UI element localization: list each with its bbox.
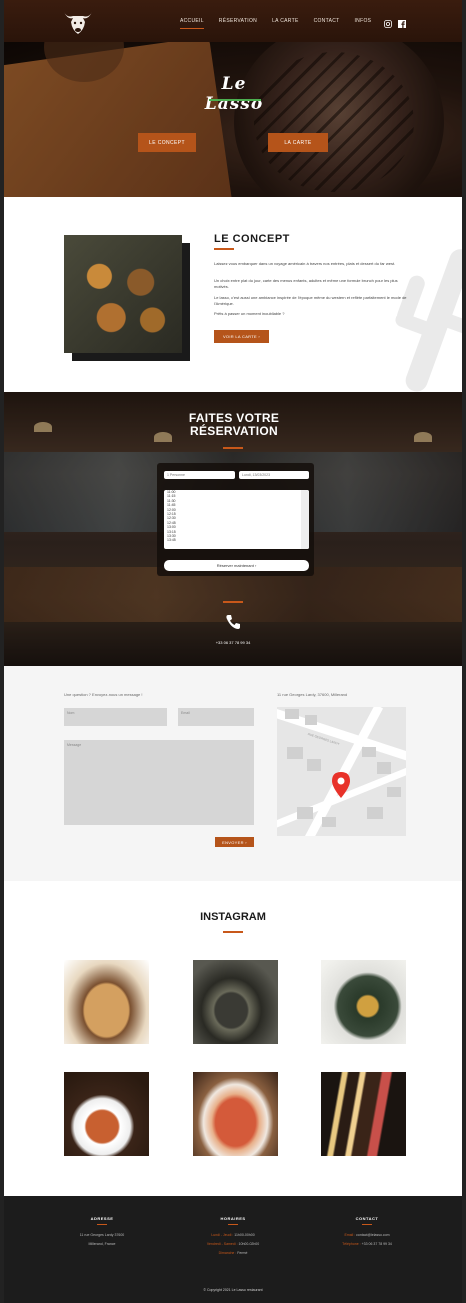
- reserve-now-button[interactable]: Réserver maintenant ›: [164, 560, 309, 571]
- map-building: [297, 807, 313, 819]
- brand-underline: [209, 99, 261, 101]
- main-menu: ACCUEIL RÉSERVATION LA CARTE CONTACT INF…: [180, 0, 386, 42]
- name-input[interactable]: Nom: [64, 708, 167, 726]
- footer-address-line: Millerand, France: [88, 1242, 116, 1246]
- instagram-photo-burger[interactable]: [64, 960, 149, 1044]
- footer-hours-value: Fermé: [237, 1251, 248, 1255]
- footer-hours-title: HORAIRES: [220, 1216, 246, 1221]
- footer-hours-line: Dimanche : Fermé: [173, 1249, 293, 1258]
- map-building: [287, 747, 303, 759]
- hero-banner: Le Lasso LE CONCEPT LA CARTE: [4, 42, 462, 197]
- footer: ADRESSE 11 rue Georges Lardy 37600 Mille…: [4, 1196, 462, 1303]
- map-building: [305, 715, 317, 725]
- hero-overlay: [4, 42, 462, 197]
- email-input[interactable]: Email: [178, 708, 254, 726]
- nav-contact[interactable]: CONTACT: [314, 18, 340, 24]
- brand-title: Le Lasso: [204, 74, 264, 114]
- instagram-photo-salad[interactable]: [321, 960, 406, 1044]
- bull-logo-icon[interactable]: [62, 8, 94, 36]
- voir-la-carte-button[interactable]: VOIR LA CARTE ›: [214, 330, 269, 343]
- footer-divider: [362, 1224, 372, 1225]
- facebook-icon[interactable]: [398, 20, 406, 28]
- reservation-title: FAITES VOTRE RÉSERVATION: [188, 411, 280, 438]
- footer-contact-line: Téléphone : +33 06 37 78 99 34: [307, 1240, 427, 1249]
- footer-phone-link[interactable]: +33 06 37 78 99 34: [362, 1242, 392, 1246]
- send-label: ENVOYER: [222, 839, 244, 845]
- footer-email-link[interactable]: contact@lelasso.com: [356, 1233, 389, 1237]
- footer-hours-day: Lundi - Jeudi :: [211, 1233, 234, 1237]
- footer-hours-line: Vendredi - Samedi : 10h00-02h00: [173, 1240, 293, 1249]
- footer-contact-key: Téléphone :: [342, 1242, 361, 1246]
- map-building: [322, 817, 336, 827]
- footer-contact-key: Email :: [344, 1233, 356, 1237]
- reservation-section: FAITES VOTRE RÉSERVATION 1 Personne Lund…: [4, 392, 462, 666]
- instagram-photo-plate[interactable]: [193, 960, 278, 1044]
- nav-accueil[interactable]: ACCUEIL: [180, 18, 204, 29]
- map-building: [307, 759, 321, 771]
- footer-divider: [97, 1224, 107, 1225]
- time-slot[interactable]: 13:45: [164, 538, 309, 542]
- footer-contact-title: CONTACT: [355, 1216, 379, 1221]
- instagram-title-underline: [223, 931, 243, 933]
- hero-carte-button[interactable]: LA CARTE: [268, 133, 328, 152]
- time-slot-list[interactable]: 11:00 11:15 11:30 11:45 12:00 12:15 12:3…: [164, 490, 309, 549]
- footer-hours-line: Lundi - Jeudi : 11h00-00h00: [173, 1231, 293, 1240]
- nav-la-carte[interactable]: LA CARTE: [272, 18, 298, 24]
- contact-intro: Une question ? Envoyez-nous un message !: [64, 692, 143, 697]
- reserve-now-label: Réserver maintenant: [216, 563, 254, 568]
- concept-section: LE CONCEPT Laissez vous embarquer dans u…: [4, 197, 462, 392]
- send-button[interactable]: ENVOYER ›: [215, 837, 254, 847]
- footer-contact-column: CONTACT Email : contact@lelasso.com Télé…: [307, 1216, 427, 1249]
- contact-address: 11 rue Georges Lardy, 37600, Millerand: [277, 692, 348, 697]
- map-building: [377, 762, 391, 774]
- footer-address-title: ADRESSE: [90, 1216, 114, 1221]
- copyright: © Copyright 2021 Le Lasso restaurant: [203, 1288, 263, 1292]
- nav-infos[interactable]: INFOS: [354, 18, 371, 24]
- phone-number[interactable]: +33 06 37 78 99 34: [194, 640, 272, 645]
- footer-hours-day: Dimanche :: [218, 1251, 237, 1255]
- footer-hours-value: 11h00-00h00: [234, 1233, 255, 1237]
- message-textarea[interactable]: Message: [64, 740, 254, 825]
- footer-hours-column: HORAIRES Lundi - Jeudi : 11h00-00h00 Ven…: [173, 1216, 293, 1258]
- instagram-icon[interactable]: [384, 20, 392, 28]
- concept-title: LE CONCEPT: [214, 233, 290, 245]
- instagram-photo-pizza[interactable]: [193, 1072, 278, 1156]
- map-building: [285, 709, 299, 719]
- instagram-section: INSTAGRAM: [4, 881, 462, 1196]
- concept-paragraph-4: Prêts à passer un moment inoubliable ?: [214, 311, 285, 316]
- footer-divider: [228, 1224, 238, 1225]
- reservation-title-underline: [223, 447, 243, 449]
- instagram-photo-fries[interactable]: [321, 1072, 406, 1156]
- time-list-scrollbar[interactable]: [301, 490, 309, 549]
- concept-paragraph-1: Laissez vous embarquer dans un voyage am…: [214, 261, 396, 266]
- footer-hours-day: Vendredi - Samedi :: [206, 1242, 238, 1246]
- people-select[interactable]: 1 Personne: [164, 471, 235, 479]
- concept-title-underline: [214, 248, 234, 250]
- instagram-title: INSTAGRAM: [200, 911, 266, 923]
- date-picker[interactable]: Lundi, 13/03/2023: [239, 471, 309, 479]
- hero-concept-button[interactable]: LE CONCEPT: [138, 133, 196, 152]
- concept-food-image: [64, 235, 182, 353]
- nav-reservation[interactable]: RÉSERVATION: [219, 18, 257, 24]
- map-building: [362, 747, 376, 757]
- footer-hours-value: 10h00-02h00: [238, 1242, 260, 1246]
- footer-contact-line: Email : contact@lelasso.com: [307, 1231, 427, 1240]
- footer-address-column: ADRESSE 11 rue Georges Lardy 37600 Mille…: [42, 1216, 162, 1249]
- concept-paragraph-3: Le lasso, c'est aussi une ambiance inspi…: [214, 295, 407, 306]
- map-building: [367, 807, 383, 819]
- footer-address-line: 11 rue Georges Lardy 37600: [79, 1233, 125, 1237]
- page: ACCUEIL RÉSERVATION LA CARTE CONTACT INF…: [4, 0, 462, 1303]
- voir-la-carte-label: VOIR LA CARTE: [222, 334, 257, 339]
- phone-divider: [223, 601, 243, 603]
- reservation-form: 1 Personne Lundi, 13/03/2023 11:00 11:15…: [157, 463, 314, 576]
- top-navbar: ACCUEIL RÉSERVATION LA CARTE CONTACT INF…: [4, 0, 462, 42]
- concept-paragraph-2: Un choix entre plat du jour, carte des m…: [214, 278, 398, 289]
- map-building: [387, 787, 401, 797]
- contact-section: Une question ? Envoyez-nous un message !…: [4, 666, 462, 881]
- phone-icon: [226, 615, 240, 629]
- map-pin-icon: [332, 772, 350, 798]
- instagram-photo-pasta[interactable]: [64, 1072, 149, 1156]
